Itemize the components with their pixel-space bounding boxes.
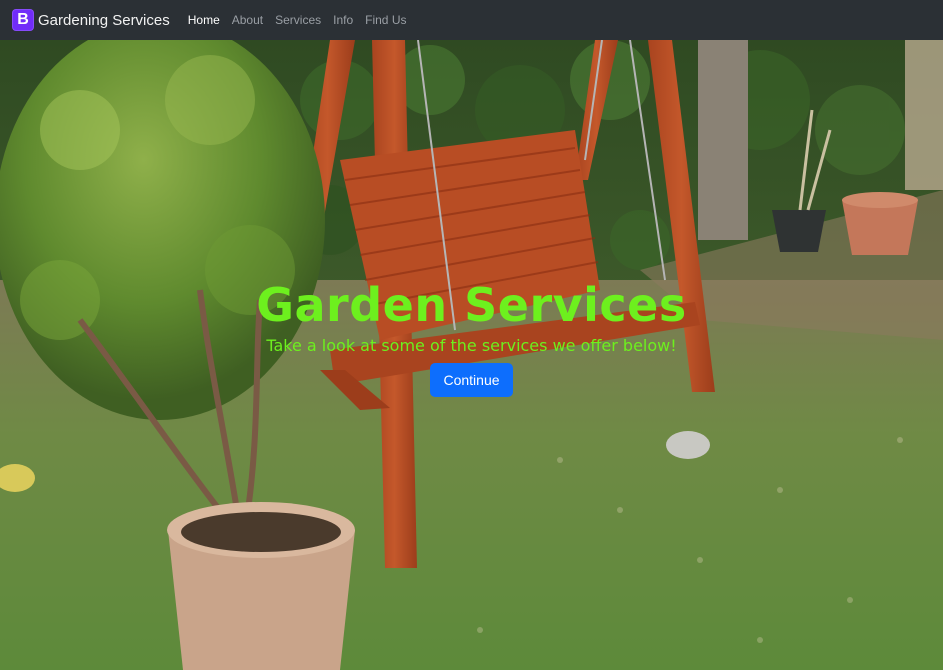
brand-name: Gardening Services [38, 11, 170, 29]
nav-link-about[interactable]: About [232, 13, 271, 27]
tree-trunk [698, 40, 748, 240]
bootstrap-logo-icon: B [12, 9, 34, 31]
dark-pot [772, 210, 826, 252]
hedgehog-ornament [666, 431, 710, 459]
hero-subtitle: Take a look at some of the services we o… [266, 336, 677, 355]
nav-link-find-us[interactable]: Find Us [365, 13, 414, 27]
continue-button[interactable]: Continue [430, 363, 513, 397]
nav-link-home[interactable]: Home [188, 13, 228, 27]
fence [905, 40, 943, 190]
flower-pot-right [842, 200, 918, 255]
garden-swing-photo [0, 40, 943, 670]
nav-link-info[interactable]: Info [333, 13, 361, 27]
hero-title: Garden Services [256, 278, 687, 332]
top-navbar: B Gardening Services Home About Services… [0, 0, 943, 40]
nav-link-services[interactable]: Services [275, 13, 329, 27]
brand-link[interactable]: B Gardening Services [12, 9, 170, 31]
hero-section: Garden Services Take a look at some of t… [0, 40, 943, 670]
nav-links: Home About Services Info Find Us [188, 13, 419, 27]
